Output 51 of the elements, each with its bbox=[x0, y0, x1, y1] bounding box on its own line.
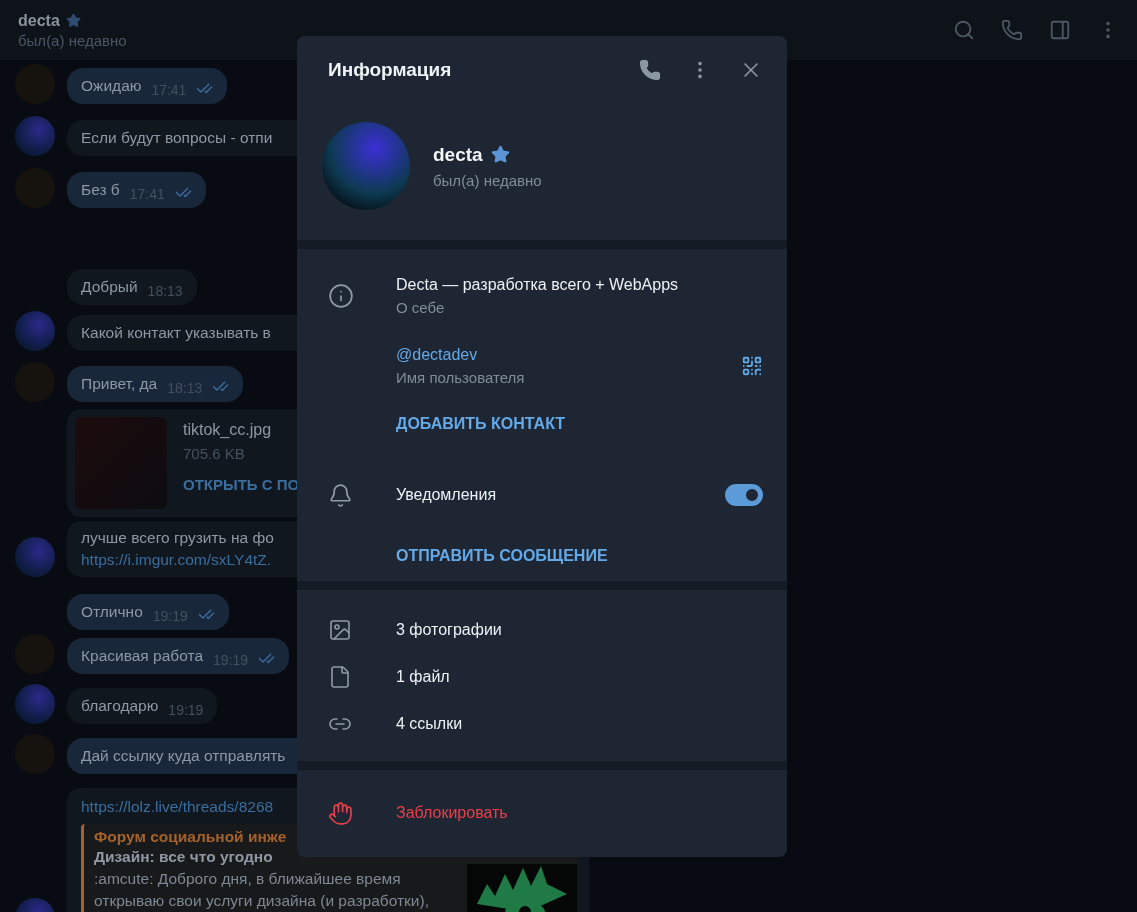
field-label: Имя пользователя bbox=[396, 369, 526, 386]
message-text: Дай ссылку куда отправлять bbox=[81, 747, 286, 765]
bell-icon bbox=[328, 482, 353, 508]
add-contact-button[interactable]: ДОБАВИТЬ КОНТАКТ bbox=[396, 415, 566, 433]
field-label: О себе bbox=[396, 299, 446, 316]
message-text: Привет, да bbox=[81, 375, 158, 393]
file-name: tiktok_cc.jpg bbox=[183, 421, 273, 439]
preview-title: Дизайн: все что угодно bbox=[94, 848, 274, 866]
file-icon bbox=[328, 664, 352, 689]
media-list-item[interactable]: 1 файл bbox=[297, 653, 787, 700]
media-list-item[interactable]: 4 ссылки bbox=[297, 700, 787, 747]
chat-status: был(а) недавно bbox=[18, 31, 127, 49]
phone-icon[interactable] bbox=[1001, 19, 1023, 41]
info-icon bbox=[328, 283, 354, 309]
message-text: Какой контакт указывать в bbox=[81, 324, 271, 342]
chat-title: decta bbox=[18, 11, 60, 30]
file-size: 705.6 KB bbox=[183, 445, 246, 462]
profile-status: был(а) недавно bbox=[433, 171, 542, 189]
avatar-image bbox=[15, 311, 55, 351]
message-time: 18:13 bbox=[147, 283, 183, 299]
star-icon bbox=[65, 13, 81, 28]
notifications-label: Уведомления bbox=[396, 486, 498, 504]
qr-code-icon[interactable] bbox=[741, 355, 763, 377]
message-text: Ожидаю bbox=[81, 77, 142, 95]
message-text: Без б bbox=[81, 181, 120, 199]
message-text: Если будут вопросы - отпи bbox=[81, 129, 273, 147]
avatar-image bbox=[15, 116, 55, 156]
bio-text: Decta — разработка всего + WebApps bbox=[396, 276, 680, 294]
message-time: 19:19 bbox=[168, 702, 204, 718]
send-message-button[interactable]: ОТПРАВИТЬ СООБЩЕНИЕ bbox=[396, 547, 608, 565]
profile-name: decta bbox=[433, 143, 483, 166]
dialog-title: Информация bbox=[328, 59, 452, 81]
star-icon bbox=[490, 145, 510, 164]
media-list-item[interactable]: 3 фотографии bbox=[297, 606, 787, 653]
message-text: Отлично bbox=[81, 603, 143, 621]
message-text: благодарю bbox=[81, 697, 159, 715]
message-text: Красивая работа bbox=[81, 647, 203, 665]
hand-icon bbox=[328, 800, 353, 826]
notifications-toggle[interactable] bbox=[725, 484, 763, 506]
block-button[interactable]: Заблокировать bbox=[297, 770, 787, 856]
phone-icon[interactable] bbox=[639, 59, 661, 81]
image-icon bbox=[328, 617, 352, 642]
preview-description: :amcute: Доброго дня, в ближайшее время открываю свои услуги дизайна (и разработки), bbox=[94, 869, 430, 911]
message-text: Добрый bbox=[81, 278, 138, 296]
username-link[interactable]: @dectadev bbox=[396, 346, 741, 364]
search-icon[interactable] bbox=[953, 19, 975, 41]
avatar-image bbox=[15, 684, 55, 724]
sidebar-icon[interactable] bbox=[1049, 19, 1071, 41]
preview-site: Форум социальной инже bbox=[94, 828, 288, 846]
avatar-image bbox=[15, 537, 55, 577]
message-text: лучше всего грузить на фо bbox=[81, 529, 275, 547]
